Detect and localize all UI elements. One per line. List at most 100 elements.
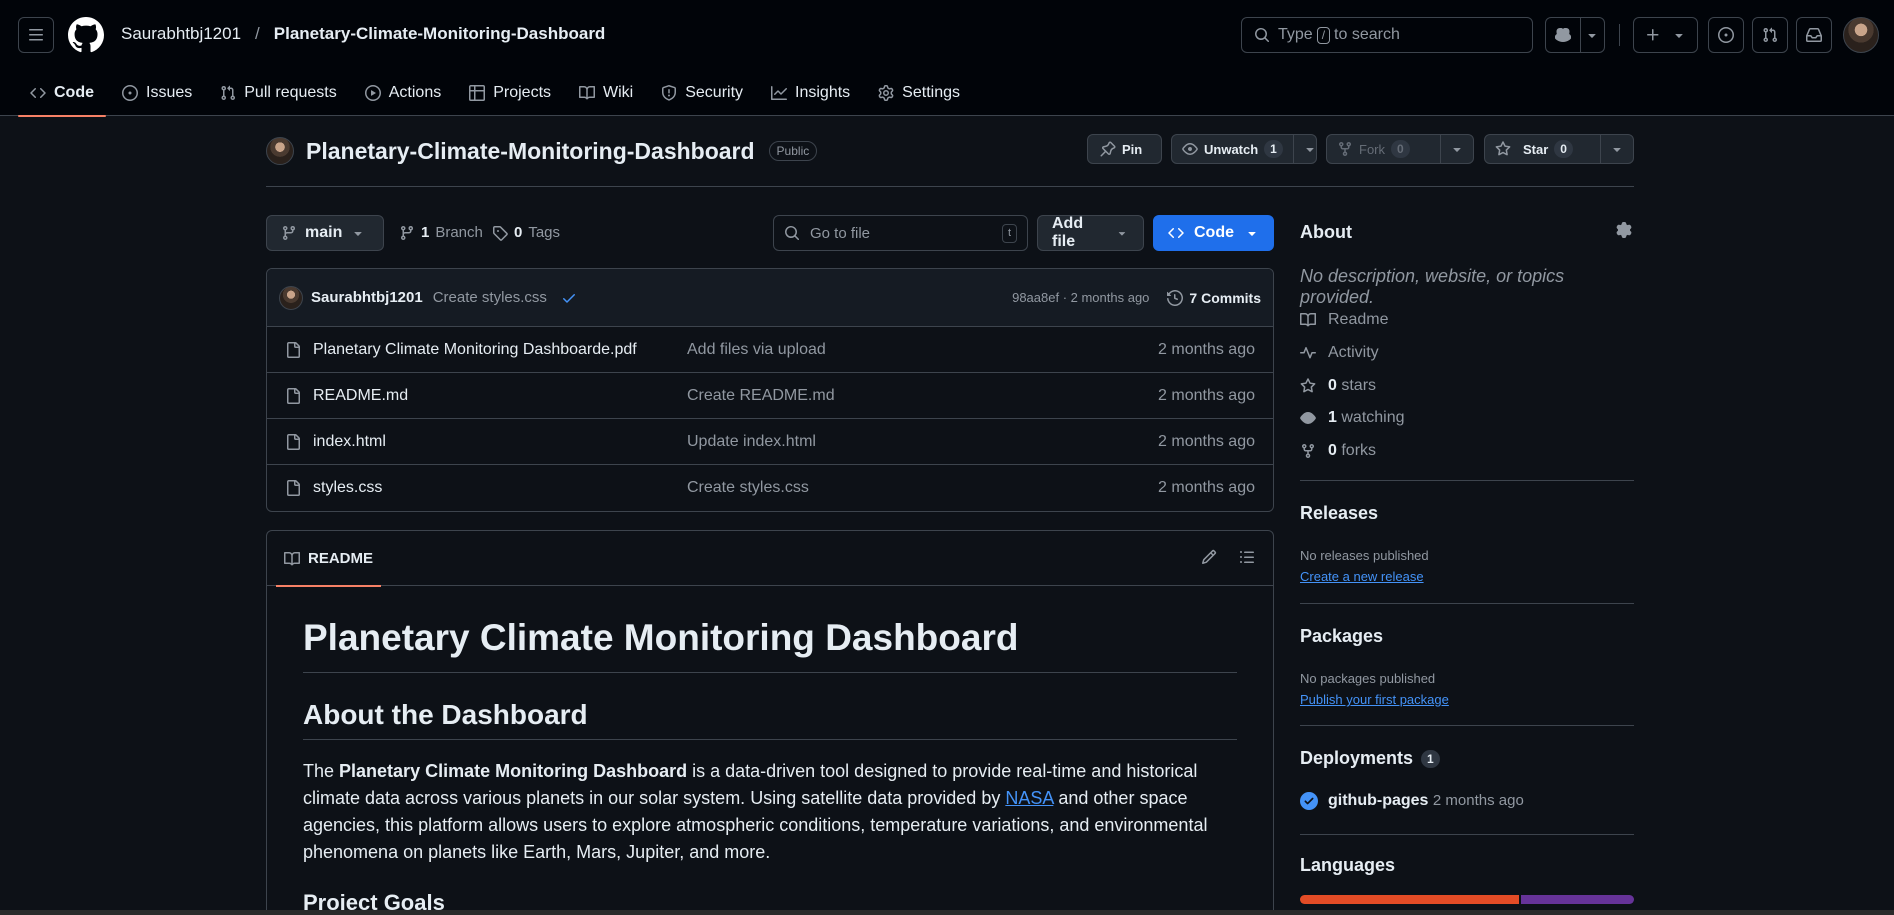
play-icon: [364, 85, 381, 101]
nasa-link[interactable]: NASA: [1005, 788, 1053, 808]
packages-heading[interactable]: Packages: [1300, 626, 1383, 647]
file-date: 2 months ago: [1158, 479, 1255, 496]
tab-settings[interactable]: Settings: [866, 70, 972, 116]
copilot-button[interactable]: [1546, 18, 1581, 52]
publish-package-link[interactable]: Publish your first package: [1300, 692, 1449, 707]
language-bar-segment[interactable]: [1300, 895, 1520, 904]
sidebar-divider: [1300, 834, 1634, 835]
deployment-item[interactable]: github-pages 2 months ago: [1300, 792, 1524, 810]
search-placeholder: Type / to search: [1278, 26, 1400, 44]
commit-message[interactable]: Create styles.css: [433, 289, 547, 306]
activity-link[interactable]: Activity: [1300, 344, 1379, 362]
commits-link[interactable]: 7 Commits: [1167, 290, 1261, 306]
go-to-file-input[interactable]: Go to file t: [773, 215, 1028, 251]
tab-insights[interactable]: Insights: [759, 70, 862, 116]
file-icon: [287, 433, 300, 450]
file-name[interactable]: Planetary Climate Monitoring Dashboarde.…: [313, 341, 637, 359]
tab-actions[interactable]: Actions: [353, 70, 453, 116]
copilot-menu-button[interactable]: [1581, 18, 1604, 52]
file-date: 2 months ago: [1158, 432, 1255, 450]
github-logo-icon[interactable]: [68, 17, 104, 53]
pin-label: Pin: [1122, 141, 1143, 157]
star-icon: [1495, 141, 1511, 156]
repo-name[interactable]: Planetary-Climate-Monitoring-Dashboard: [306, 138, 755, 165]
fork-menu-button[interactable]: [1440, 135, 1473, 163]
branches-link[interactable]: 1 Branch: [399, 224, 483, 241]
file-row[interactable]: README.md Create README.md 2 months ago: [267, 373, 1273, 419]
file-row[interactable]: styles.css Create styles.css 2 months ag…: [267, 465, 1273, 511]
file-name[interactable]: README.md: [313, 387, 408, 405]
tab-code-label: Code: [54, 84, 94, 101]
readme-link[interactable]: Readme: [1300, 311, 1388, 329]
pencil-icon[interactable]: [1201, 549, 1217, 565]
activity-link-label: Activity: [1328, 344, 1379, 361]
readme-paragraph: The Planetary Climate Monitoring Dashboa…: [303, 761, 1208, 863]
list-unordered-icon[interactable]: [1239, 549, 1255, 565]
file-commit-message[interactable]: Add files via upload: [687, 341, 826, 359]
tab-readme[interactable]: README: [276, 531, 382, 587]
tab-code[interactable]: Code: [18, 70, 106, 117]
tab-security[interactable]: Security: [649, 70, 755, 116]
pin-button[interactable]: Pin: [1087, 134, 1162, 164]
code-button[interactable]: Code: [1153, 215, 1274, 251]
tag-count: 0: [514, 224, 523, 241]
watchers-link[interactable]: 1 watching: [1300, 409, 1405, 427]
deployments-counter: 1: [1421, 749, 1440, 768]
file-row[interactable]: Planetary Climate Monitoring Dashboarde.…: [267, 327, 1273, 373]
commit-author[interactable]: Saurabhtbj1201: [311, 289, 423, 306]
watch-menu-button[interactable]: [1292, 135, 1326, 163]
user-avatar[interactable]: [1843, 17, 1879, 53]
triangle-down-icon: [1248, 232, 1256, 236]
releases-heading[interactable]: Releases: [1300, 503, 1378, 524]
readme-heading-1: Planetary Climate Monitoring Dashboard: [303, 616, 1237, 674]
file-row[interactable]: index.html Update index.html 2 months ag…: [267, 419, 1273, 465]
inbox-button[interactable]: [1796, 17, 1832, 53]
search-icon: [1255, 28, 1270, 43]
releases-empty-text: No releases published: [1300, 548, 1429, 563]
forks-link[interactable]: 0 forks: [1300, 442, 1376, 460]
unwatch-button[interactable]: Unwatch 1: [1171, 134, 1317, 164]
triangle-down-icon: [1118, 232, 1126, 236]
commit-meta[interactable]: 98aa8ef · 2 months ago: [1012, 290, 1149, 305]
file-name[interactable]: index.html: [313, 433, 386, 451]
tab-pull-requests[interactable]: Pull requests: [208, 70, 349, 116]
global-search-input[interactable]: Type / to search: [1241, 17, 1533, 53]
code-button-label: Code: [1194, 224, 1234, 241]
file-date: 2 months ago: [1158, 340, 1255, 358]
tab-issues[interactable]: Issues: [110, 70, 204, 116]
menu-button[interactable]: [18, 17, 54, 53]
tab-wiki[interactable]: Wiki: [567, 70, 645, 116]
star-icon: [1300, 378, 1316, 393]
file-commit-message[interactable]: Create README.md: [687, 387, 835, 405]
fork-button[interactable]: Fork 0: [1326, 134, 1474, 164]
git-branch-icon: [282, 226, 295, 241]
branch-selector[interactable]: main: [266, 215, 384, 251]
tags-link[interactable]: 0 Tags: [492, 224, 560, 241]
tab-projects[interactable]: Projects: [457, 70, 563, 116]
create-new-button[interactable]: [1633, 17, 1698, 53]
gear-icon[interactable]: [1616, 222, 1632, 238]
add-file-button[interactable]: Add file: [1037, 215, 1144, 251]
star-menu-button[interactable]: [1600, 135, 1633, 163]
triangle-down-icon: [1453, 148, 1461, 152]
star-button[interactable]: Star 0: [1484, 134, 1634, 164]
your-issues-button[interactable]: [1708, 17, 1744, 53]
create-release-link[interactable]: Create a new release: [1300, 569, 1424, 584]
star-counter: 0: [1554, 140, 1573, 158]
add-file-label: Add file: [1052, 215, 1084, 250]
visibility-badge: Public: [768, 141, 818, 161]
breadcrumb-repo[interactable]: Planetary-Climate-Monitoring-Dashboard: [274, 24, 606, 44]
your-pull-requests-button[interactable]: [1752, 17, 1788, 53]
stars-link[interactable]: 0 stars: [1300, 377, 1376, 395]
language-bar-segment[interactable]: [1521, 895, 1634, 904]
file-commit-message[interactable]: Create styles.css: [687, 479, 809, 497]
owner-avatar[interactable]: [266, 137, 294, 165]
repo-forked-icon: [1302, 444, 1314, 459]
breadcrumb-owner[interactable]: Saurabhtbj1201: [121, 24, 241, 44]
file-commit-message[interactable]: Update index.html: [687, 433, 816, 451]
deployments-heading[interactable]: Deployments 1: [1300, 748, 1440, 769]
commit-author-avatar[interactable]: [279, 285, 303, 310]
triangle-down-icon: [1674, 34, 1683, 38]
check-icon[interactable]: [561, 290, 577, 306]
file-name[interactable]: styles.css: [313, 479, 382, 497]
